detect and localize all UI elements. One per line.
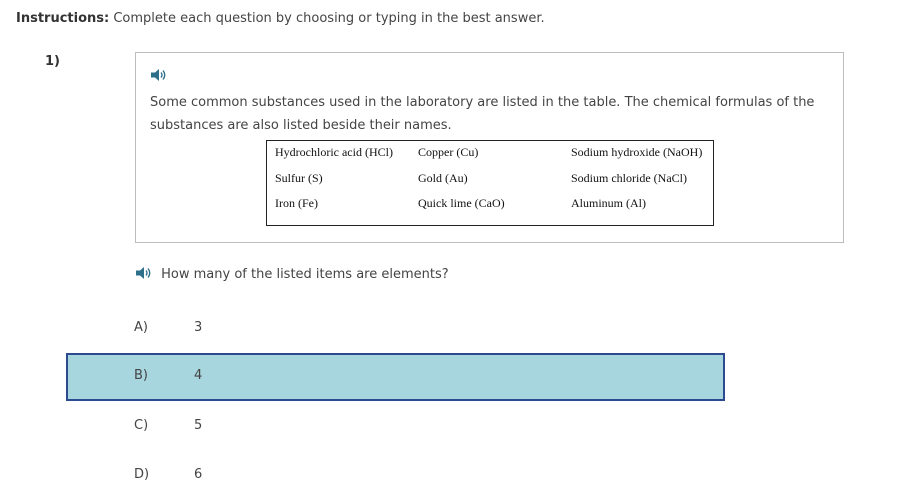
table-cell: Gold (Au) bbox=[418, 171, 468, 185]
table-cell: Quick lime (CaO) bbox=[418, 196, 505, 210]
table-cell: Aluminum (Al) bbox=[571, 196, 646, 210]
table-cell: Iron (Fe) bbox=[275, 196, 318, 210]
substance-table: Hydrochloric acid (HCl) Copper (Cu) Sodi… bbox=[266, 140, 714, 226]
instructions-text: Complete each question by choosing or ty… bbox=[113, 11, 545, 26]
instructions-label: Instructions: bbox=[16, 11, 110, 26]
passage-text: Some common substances used in the labor… bbox=[150, 95, 815, 133]
choice-value: 4 bbox=[194, 368, 203, 383]
choice-letter: C) bbox=[134, 418, 149, 433]
speaker-icon[interactable] bbox=[135, 266, 153, 280]
table-cell: Sulfur (S) bbox=[275, 171, 323, 185]
choice-letter: A) bbox=[134, 320, 148, 335]
choice-value: 3 bbox=[194, 320, 203, 335]
passage-box: Some common substances used in the labor… bbox=[135, 52, 844, 243]
answer-choice-c[interactable]: C) 5 bbox=[66, 403, 725, 451]
answer-choice-a[interactable]: A) 3 bbox=[66, 305, 725, 353]
speaker-icon[interactable] bbox=[150, 67, 168, 81]
question-prompt-row: How many of the listed items are element… bbox=[135, 266, 449, 282]
choice-letter: D) bbox=[134, 467, 150, 482]
question-prompt: How many of the listed items are element… bbox=[161, 267, 449, 282]
answer-choice-b[interactable]: B) 4 bbox=[66, 353, 725, 401]
answer-choice-d[interactable]: D) 6 bbox=[66, 452, 725, 492]
table-cell: Hydrochloric acid (HCl) bbox=[275, 145, 393, 159]
question-number: 1) bbox=[45, 54, 60, 69]
choice-value: 6 bbox=[194, 467, 203, 482]
table-cell: Copper (Cu) bbox=[418, 145, 479, 159]
choice-letter: B) bbox=[134, 368, 148, 383]
table-cell: Sodium chloride (NaCl) bbox=[571, 171, 687, 185]
choice-value: 5 bbox=[194, 418, 203, 433]
table-cell: Sodium hydroxide (NaOH) bbox=[571, 145, 703, 159]
instructions: Instructions: Complete each question by … bbox=[16, 10, 545, 28]
